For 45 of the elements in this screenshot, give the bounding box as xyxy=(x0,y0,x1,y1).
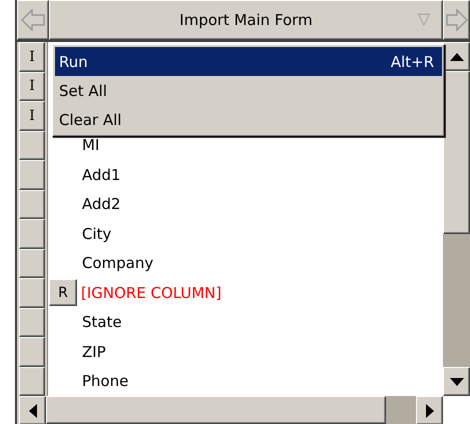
row-header[interactable]: I xyxy=(19,72,45,101)
row-header[interactable] xyxy=(19,278,45,308)
scrollbar-thumb[interactable] xyxy=(443,71,470,234)
form-title-bar[interactable]: Import Main Form ▽ xyxy=(49,0,443,40)
right-arrow-icon xyxy=(426,404,434,418)
field-name[interactable]: Phone xyxy=(82,372,128,390)
row-header[interactable] xyxy=(19,308,45,337)
row-header[interactable] xyxy=(19,160,45,190)
menu-label: Clear All xyxy=(59,110,122,128)
row-header[interactable] xyxy=(19,219,45,248)
scroll-right-button[interactable] xyxy=(416,396,443,424)
right-arrow-icon xyxy=(446,9,468,31)
field-name[interactable]: ZIP xyxy=(82,342,106,361)
menu-item[interactable]: Clear All xyxy=(55,105,442,134)
left-arrow-icon xyxy=(28,404,36,418)
scrollbar-thumb[interactable] xyxy=(46,396,386,424)
menu-label: Set All xyxy=(59,82,107,100)
row-header[interactable]: I xyxy=(19,42,45,72)
scroll-left-button[interactable] xyxy=(19,396,46,424)
field-name[interactable]: Add1 xyxy=(82,166,121,184)
menu-item[interactable]: Run Alt+R xyxy=(55,47,442,76)
menu-item[interactable]: Set All xyxy=(55,76,442,105)
field-name[interactable]: [IGNORE COLUMN] xyxy=(81,284,222,302)
field-name[interactable]: City xyxy=(82,224,112,243)
field-name[interactable]: State xyxy=(82,313,122,332)
flag-button[interactable]: R xyxy=(49,279,77,306)
row-header[interactable] xyxy=(19,248,45,278)
up-arrow-icon xyxy=(450,52,464,60)
form-title: Import Main Form xyxy=(180,11,312,29)
scroll-up-button[interactable] xyxy=(443,42,470,71)
row-header[interactable] xyxy=(19,366,45,396)
shortcut-label: Alt+R xyxy=(390,52,434,70)
field-name[interactable]: MI xyxy=(82,136,100,154)
left-arrow-icon xyxy=(21,9,45,31)
field-name[interactable]: Company xyxy=(82,254,154,272)
left-arrow-button[interactable] xyxy=(17,0,49,40)
scroll-down-button[interactable] xyxy=(443,367,470,396)
menu-label: Run xyxy=(59,52,88,70)
field-name[interactable]: Add2 xyxy=(82,195,121,214)
row-header[interactable] xyxy=(19,337,45,366)
row-header[interactable]: I xyxy=(19,101,45,130)
row-header[interactable] xyxy=(19,190,45,219)
right-arrow-button[interactable] xyxy=(443,0,470,40)
down-arrow-icon xyxy=(450,378,464,386)
row-header[interactable] xyxy=(19,130,45,160)
